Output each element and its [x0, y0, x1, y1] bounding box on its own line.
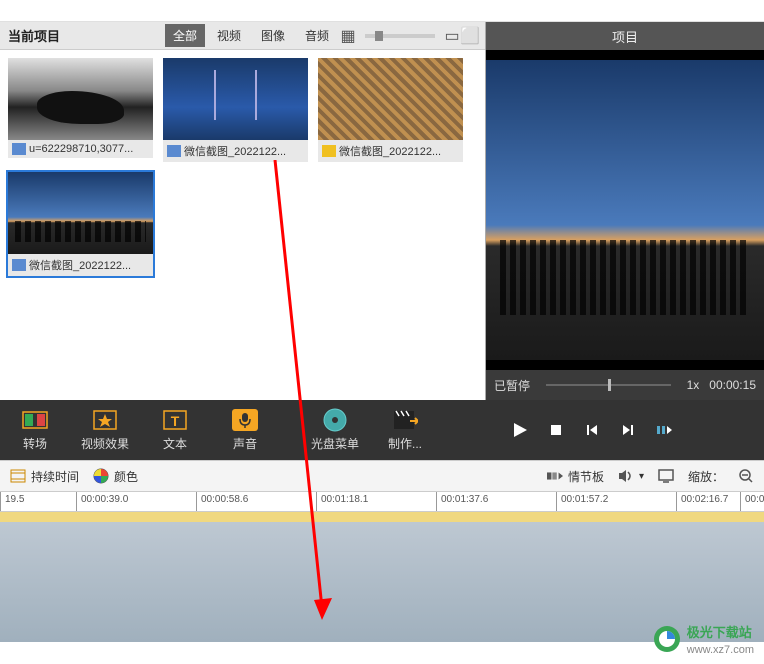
thumb-label: 微信截图_2022122... [318, 140, 463, 162]
media-panel: 当前项目 全部 视频 图像 音频 ▦ ▭ ⬜ u=622298710,3077.… [0, 22, 486, 400]
main-area: 当前项目 全部 视频 图像 音频 ▦ ▭ ⬜ u=622298710,3077.… [0, 22, 764, 400]
screen-option-button[interactable] [658, 468, 674, 484]
next-frame-button[interactable] [618, 420, 638, 440]
playback-controls [440, 420, 764, 440]
preview-status-bar: 已暂停 1x 00:00:15 [486, 370, 764, 400]
ruler-mark: 19.5 [0, 492, 24, 511]
film-icon [10, 468, 26, 484]
prev-frame-button[interactable] [582, 420, 602, 440]
preview-image [486, 60, 764, 360]
duration-button[interactable]: 持续时间 [10, 468, 79, 485]
disc-icon [322, 409, 348, 431]
svg-text:T: T [171, 413, 180, 429]
stop-button[interactable] [546, 420, 566, 440]
tool-label: 转场 [23, 435, 47, 452]
preview-time: 00:00:15 [709, 378, 756, 392]
media-thumb[interactable]: u=622298710,3077... [8, 58, 153, 162]
media-thumb-selected[interactable]: 微信截图_2022122... [8, 172, 153, 276]
zoom-label: 缩放： [688, 468, 724, 485]
list-view-icon[interactable]: ▭ [445, 29, 459, 43]
media-thumb[interactable]: 微信截图_2022122... [163, 58, 308, 162]
ruler-mark: 00:02:3 [740, 492, 764, 511]
text-button[interactable]: T 文本 [140, 400, 210, 460]
tool-label: 文本 [163, 435, 187, 452]
thumb-label: 微信截图_2022122... [8, 254, 153, 276]
transition-button[interactable]: 转场 [0, 400, 70, 460]
sound-button[interactable]: 声音 [210, 400, 280, 460]
ruler-mark: 00:01:37.6 [436, 492, 488, 511]
media-panel-title: 当前项目 [8, 26, 60, 45]
screen-icon [658, 468, 674, 484]
filter-audio-button[interactable]: 音频 [297, 24, 337, 47]
timeline-ruler[interactable]: 19.5 00:00:39.0 00:00:58.6 00:01:18.1 00:01:… [0, 492, 764, 512]
timeline-toolbar: 持续时间 颜色 情节板 ▾ 缩放： [0, 460, 764, 492]
filter-video-button[interactable]: 视频 [209, 24, 249, 47]
storyboard-button[interactable]: 情节板 [547, 468, 604, 485]
image-type-icon [12, 143, 26, 155]
watermark-logo-icon [653, 625, 681, 653]
watermark-brand: 极光下载站www.xz7.com [687, 622, 754, 656]
make-button[interactable]: 制作... [370, 400, 440, 460]
ruler-mark: 00:01:57.2 [556, 492, 608, 511]
speed-value: 1x [687, 378, 700, 392]
thumb-image [318, 58, 463, 140]
thumb-image [8, 58, 153, 140]
expand-icon[interactable]: ⬜ [463, 29, 477, 43]
speaker-icon [618, 468, 634, 484]
audio-mute-button[interactable]: ▾ [618, 468, 644, 484]
window-top-bar [0, 0, 764, 22]
microphone-icon [232, 409, 258, 431]
media-grid: u=622298710,3077... 微信截图_2022122... 微信截图… [0, 50, 485, 400]
grid-view-icon[interactable]: ▦ [341, 29, 355, 43]
timeline-track-header [0, 512, 764, 522]
image-type-icon [322, 145, 336, 157]
thumb-label: u=622298710,3077... [8, 140, 153, 158]
media-header: 当前项目 全部 视频 图像 音频 ▦ ▭ ⬜ [0, 22, 485, 50]
preview-status-text: 已暂停 [494, 377, 530, 394]
media-thumb[interactable]: 微信截图_2022122... [318, 58, 463, 162]
tool-label: 声音 [233, 435, 257, 452]
text-icon: T [162, 409, 188, 431]
thumb-label: 微信截图_2022122... [163, 140, 308, 162]
discmenu-button[interactable]: 光盘菜单 [300, 400, 370, 460]
play-button[interactable] [510, 420, 530, 440]
clapper-icon [392, 409, 418, 431]
tool-label: 制作... [388, 435, 422, 452]
loop-region-button[interactable] [654, 420, 674, 440]
preview-title: 项目 [486, 22, 764, 50]
tool-label: 视频效果 [81, 435, 129, 452]
image-type-icon [12, 259, 26, 271]
transition-icon [22, 409, 48, 431]
thumb-image [8, 172, 153, 254]
ruler-mark: 00:00:58.6 [196, 492, 248, 511]
thumb-image [163, 58, 308, 140]
image-type-icon [167, 145, 181, 157]
ruler-mark: 00:02:16.7 [676, 492, 728, 511]
ruler-mark: 00:00:39.0 [76, 492, 128, 511]
speed-slider[interactable] [546, 384, 671, 386]
tool-bar: 转场 视频效果 T 文本 声音 光盘菜单 制作... [0, 400, 764, 460]
preview-panel: 项目 已暂停 1x 00:00:15 [486, 22, 764, 400]
videofx-button[interactable]: 视频效果 [70, 400, 140, 460]
zoom-out-icon[interactable] [738, 468, 754, 484]
thumb-zoom-slider[interactable] [365, 34, 435, 38]
color-button[interactable]: 颜色 [93, 468, 138, 485]
videofx-icon [92, 409, 118, 431]
tool-label: 光盘菜单 [311, 435, 359, 452]
timeline-tracks[interactable] [0, 512, 764, 642]
color-wheel-icon [93, 468, 109, 484]
filter-all-button[interactable]: 全部 [165, 24, 205, 47]
storyboard-icon [547, 468, 563, 484]
watermark: 极光下载站www.xz7.com [653, 622, 754, 656]
ruler-mark: 00:01:18.1 [316, 492, 368, 511]
filter-image-button[interactable]: 图像 [253, 24, 293, 47]
preview-viewport[interactable] [486, 50, 764, 370]
